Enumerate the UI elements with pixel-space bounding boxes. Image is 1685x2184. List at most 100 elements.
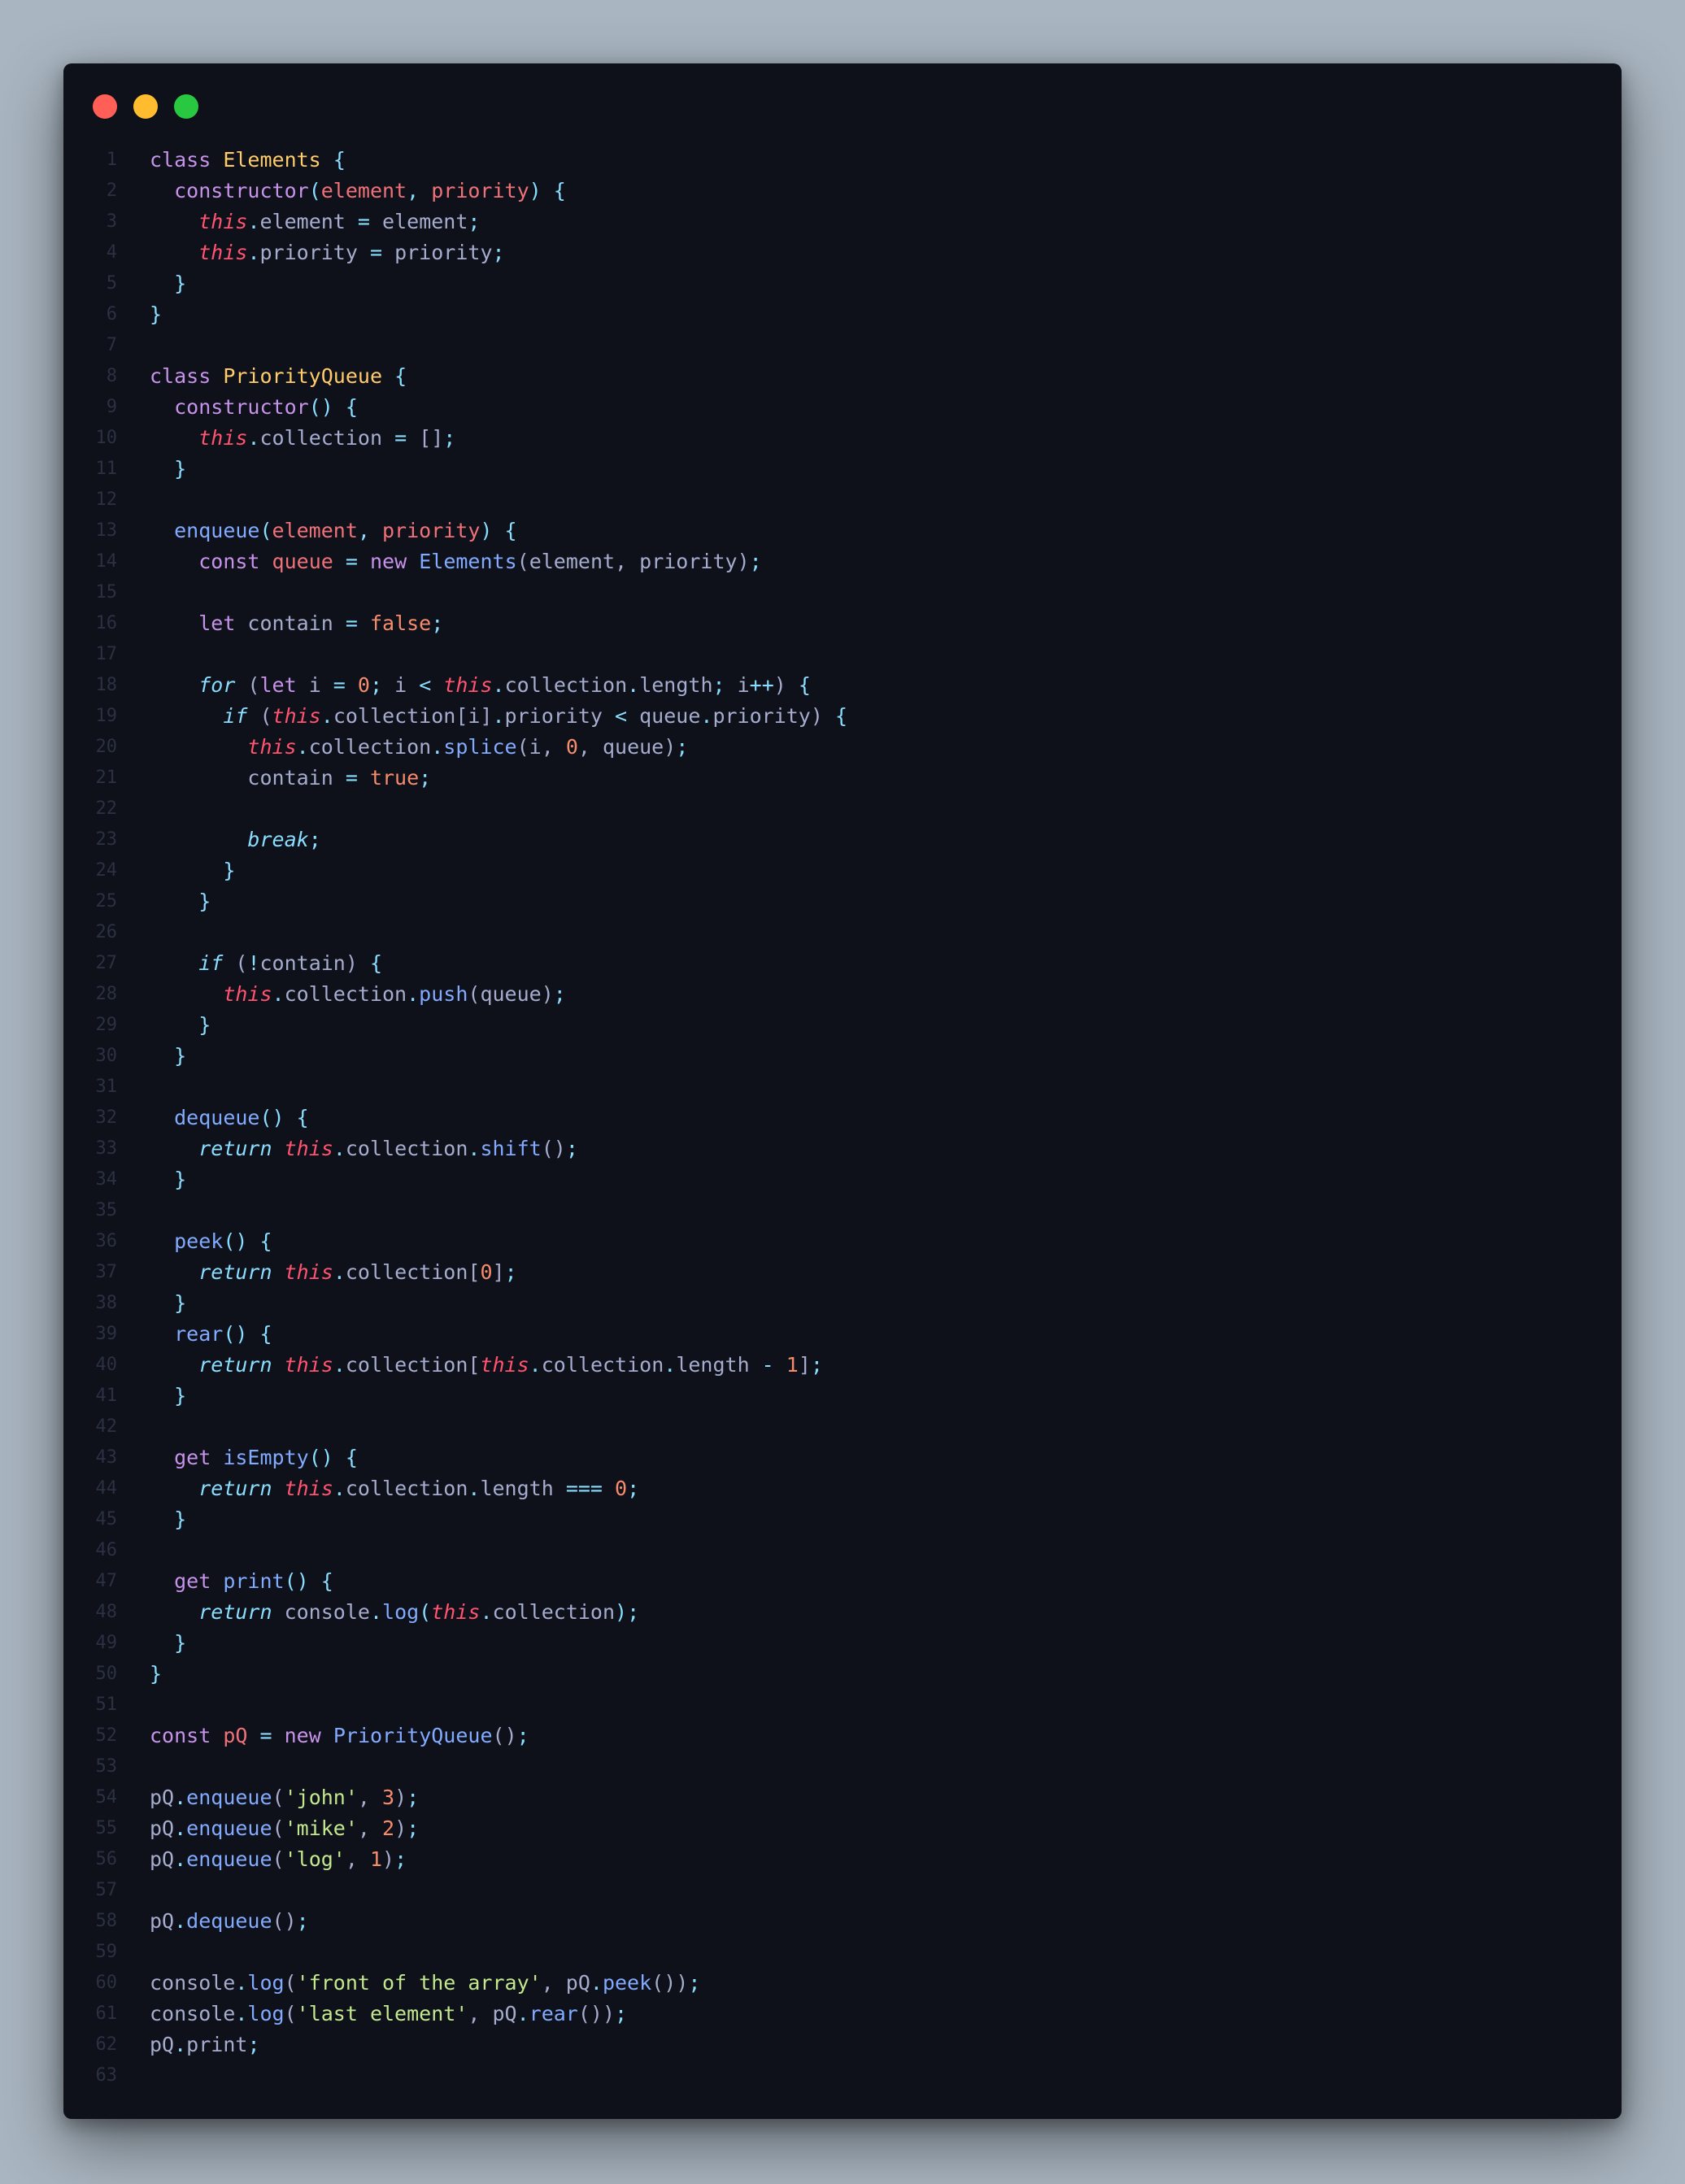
line-source: enqueue(element, priority) { bbox=[150, 516, 517, 546]
code-token: . bbox=[296, 735, 309, 759]
code-token: ( bbox=[235, 673, 260, 697]
code-token: log bbox=[247, 2002, 285, 2025]
code-line: 45 } bbox=[63, 1504, 1622, 1535]
line-source: get print() { bbox=[150, 1566, 333, 1597]
line-number: 20 bbox=[95, 737, 118, 757]
line-number: 51 bbox=[95, 1695, 118, 1715]
code-token: ) bbox=[394, 1786, 407, 1809]
code-token: this bbox=[480, 1353, 529, 1377]
code-token: = bbox=[259, 1724, 272, 1747]
code-line: 37 return this.collection[0]; bbox=[63, 1257, 1622, 1288]
line-number: 44 bbox=[95, 1478, 118, 1499]
code-line: 26 bbox=[63, 917, 1622, 948]
code-line: 41 } bbox=[63, 1381, 1622, 1412]
code-line: 33 return this.collection.shift(); bbox=[63, 1133, 1622, 1164]
line-number: 60 bbox=[95, 1973, 118, 1993]
code-token: length bbox=[480, 1477, 566, 1500]
code-token: ; bbox=[565, 1137, 578, 1160]
close-button[interactable] bbox=[93, 94, 117, 119]
line-source: pQ.enqueue('mike', 2); bbox=[150, 1813, 419, 1844]
line-number: 16 bbox=[95, 613, 118, 633]
code-token: { bbox=[345, 1446, 358, 1469]
line-source: contain = true; bbox=[150, 763, 431, 794]
line-number: 23 bbox=[95, 829, 118, 850]
line-number: 62 bbox=[95, 2034, 118, 2055]
code-token: . bbox=[468, 1137, 481, 1160]
code-token: = bbox=[369, 241, 383, 264]
code-token: element bbox=[320, 179, 407, 202]
line-number: 2 bbox=[106, 181, 117, 201]
code-token: } bbox=[150, 302, 163, 326]
line-number: 18 bbox=[95, 675, 118, 695]
code-token: ; bbox=[443, 426, 456, 450]
code-token: ; bbox=[308, 828, 321, 851]
minimize-button[interactable] bbox=[133, 94, 158, 119]
code-token: this bbox=[198, 241, 248, 264]
line-source: return this.collection[this.collection.l… bbox=[150, 1350, 823, 1381]
code-token: . bbox=[333, 1353, 346, 1377]
code-token: const bbox=[198, 550, 260, 573]
code-token: ++ bbox=[749, 673, 774, 697]
line-number: 50 bbox=[95, 1664, 118, 1684]
line-number: 9 bbox=[106, 397, 117, 417]
code-token: ] bbox=[492, 1260, 505, 1284]
line-number: 32 bbox=[95, 1107, 118, 1128]
code-token: 3 bbox=[382, 1786, 395, 1809]
code-token: return bbox=[198, 1260, 272, 1284]
line-number: 57 bbox=[95, 1880, 118, 1900]
code-token: ; bbox=[504, 1260, 517, 1284]
code-token: return bbox=[198, 1477, 272, 1500]
code-token: . bbox=[664, 1353, 677, 1377]
code-token: { bbox=[394, 364, 407, 388]
code-token: pQ bbox=[150, 1909, 175, 1933]
code-token: } bbox=[150, 1662, 163, 1686]
code-token: ; bbox=[627, 1600, 640, 1624]
line-number: 13 bbox=[95, 520, 118, 541]
code-token: collection bbox=[259, 426, 395, 450]
code-token: { bbox=[333, 148, 346, 172]
code-line: 55 pQ.enqueue('mike', 2); bbox=[63, 1813, 1622, 1844]
code-line: 23 break; bbox=[63, 824, 1622, 855]
line-number: 58 bbox=[95, 1911, 118, 1931]
code-token: collection bbox=[541, 1353, 664, 1377]
code-token: . bbox=[247, 426, 260, 450]
line-source: this.element = element; bbox=[150, 207, 480, 237]
line-source: } bbox=[150, 454, 186, 485]
code-token: enqueue bbox=[174, 519, 260, 542]
code-token: i bbox=[296, 673, 333, 697]
code-token: . bbox=[333, 1260, 346, 1284]
code-editor[interactable]: 1 class Elements {2 constructor(element, … bbox=[63, 145, 1622, 2091]
code-token: () bbox=[541, 1137, 566, 1160]
code-token: class bbox=[150, 364, 211, 388]
code-token: , bbox=[407, 179, 432, 202]
code-token: break bbox=[247, 828, 309, 851]
line-number: 10 bbox=[95, 428, 118, 448]
code-token: . bbox=[247, 210, 260, 233]
code-line: 62 pQ.print; bbox=[63, 2030, 1622, 2060]
code-token: 0 bbox=[565, 735, 578, 759]
line-source: } bbox=[150, 1010, 211, 1041]
line-number: 42 bbox=[95, 1416, 118, 1437]
line-source: return console.log(this.collection); bbox=[150, 1597, 639, 1628]
line-number: 21 bbox=[95, 768, 118, 788]
maximize-button[interactable] bbox=[174, 94, 198, 119]
code-line: 6} bbox=[63, 299, 1622, 330]
code-token: { bbox=[259, 1322, 272, 1346]
code-token: . bbox=[174, 2033, 187, 2056]
